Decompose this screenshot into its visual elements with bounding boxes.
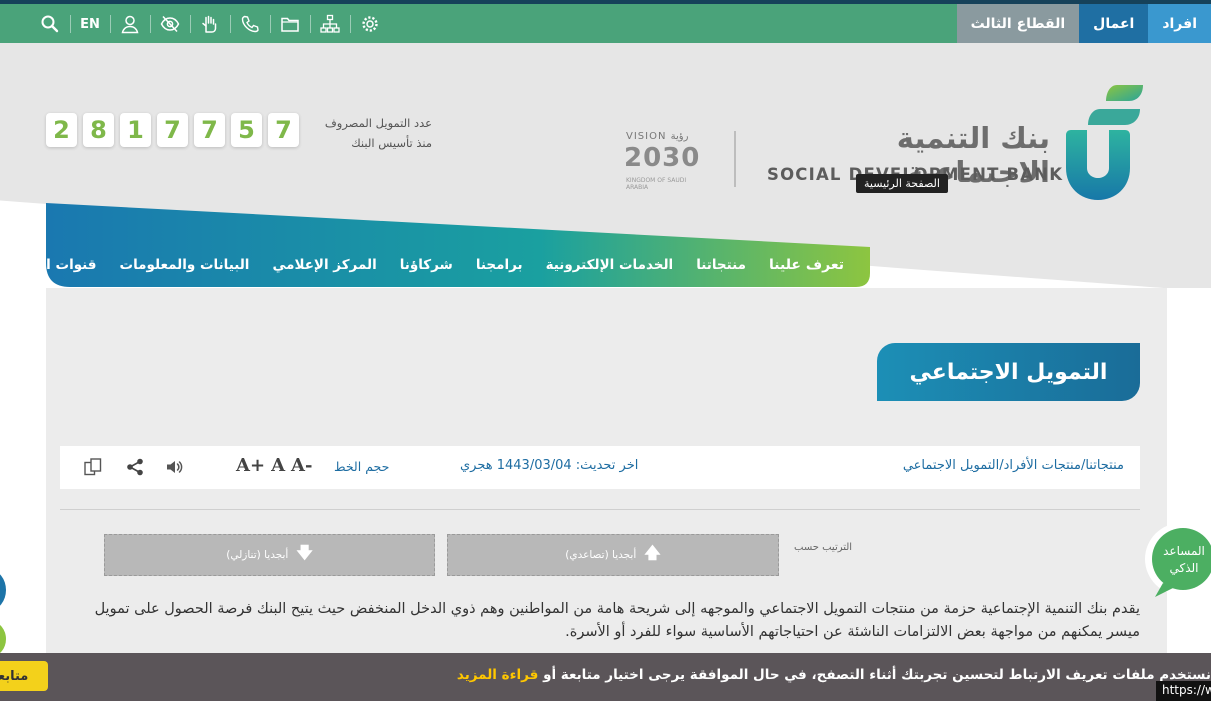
vision-label: VISION رؤية <box>626 131 689 142</box>
speaker-icon[interactable] <box>164 456 186 478</box>
tab-individuals[interactable]: افراد <box>1148 4 1211 43</box>
tab-third-sector[interactable]: القطاع الثالث <box>956 4 1080 43</box>
bank-logo[interactable] <box>1062 83 1146 201</box>
left-floating-button-green[interactable] <box>0 622 6 656</box>
smart-assistant-button[interactable]: المساعد الذكي <box>1143 521 1211 599</box>
counter-digit: 5 <box>231 113 262 147</box>
breadcrumb[interactable]: منتجاتنا/منتجات الأفراد/التمويل الاجتماع… <box>903 458 1124 473</box>
counter-digit: 8 <box>83 113 114 147</box>
browser-status-url: https://w <box>1156 681 1211 701</box>
font-size-controls: A+ A A- <box>236 455 312 476</box>
cookie-read-more-link[interactable]: قراءة المزيد <box>457 667 538 683</box>
main-nav: تعرف علينا منتجاتنا الخدمات الإلكترونية … <box>0 247 860 283</box>
search-icon[interactable] <box>30 8 70 40</box>
sitemap-icon[interactable] <box>310 8 350 40</box>
user-icon[interactable] <box>110 8 150 40</box>
cookie-text: نستخدم ملفات تعريف الارتباط لتحسين تجربت… <box>543 667 1211 683</box>
nav-item-data-info[interactable]: البيانات والمعلومات <box>120 257 250 273</box>
toolbar-separator <box>60 509 1140 510</box>
assistant-line1: المساعد <box>1163 544 1205 558</box>
cookie-message: نستخدم ملفات تعريف الارتباط لتحسين تجربت… <box>457 667 1211 683</box>
product-description: يقدم بنك التنمية الإجتماعية حزمة من منتج… <box>94 601 1140 640</box>
arrow-up-icon: 🡅 <box>644 542 661 562</box>
counter-label-line2: منذ تأسيس البنك <box>351 136 432 150</box>
nav-item-media-center[interactable]: المركز الإعلامي <box>272 257 376 273</box>
nav-item-e-services[interactable]: الخدمات الإلكترونية <box>546 257 674 273</box>
counter-digit: 1 <box>120 113 151 147</box>
sort-ascending-button[interactable]: 🡅 أبجديا (تصاعدي) <box>447 534 779 576</box>
vision-year: 2030 <box>624 143 701 173</box>
sign-language-icon[interactable] <box>190 8 230 40</box>
copy-icon[interactable] <box>82 456 104 478</box>
nav-item-products[interactable]: منتجاتنا <box>696 257 746 273</box>
tab-business[interactable]: اعمال <box>1079 4 1149 43</box>
audience-tabs: القطاع الثالث اعمال افراد <box>956 4 1211 43</box>
arrow-down-icon: 🡇 <box>296 542 313 562</box>
language-toggle[interactable]: EN <box>70 8 110 40</box>
left-floating-button[interactable] <box>0 570 6 610</box>
sort-ascending-label: أبجديا (تصاعدي) <box>565 549 637 561</box>
settings-gear-icon[interactable] <box>350 8 390 40</box>
page-toolbar: منتجاتنا/منتجات الأفراد/التمويل الاجتماع… <box>60 446 1140 489</box>
nav-item-programs[interactable]: برامجنا <box>476 257 523 273</box>
home-tooltip: الصفحة الرئيسية <box>856 174 948 193</box>
counter-digit: 7 <box>157 113 188 147</box>
assistant-line2: الذكي <box>1169 561 1199 575</box>
folder-icon[interactable] <box>270 8 310 40</box>
font-size-label: حجم الخط <box>334 459 390 474</box>
font-reset-button[interactable]: A <box>271 455 285 476</box>
sort-label: الترتيب حسب <box>794 542 853 553</box>
sort-descending-button[interactable]: 🡇 أبجديا (تنازلي) <box>104 534 435 576</box>
phone-icon[interactable] <box>230 8 270 40</box>
nav-item-contact-channels[interactable]: قنوات التواصل <box>0 257 97 273</box>
vision-country: KINGDOM OF SAUDI ARABIA <box>626 177 687 191</box>
eye-slash-icon[interactable] <box>150 8 190 40</box>
nav-item-about[interactable]: تعرف علينا <box>769 257 844 273</box>
counter-digit: 7 <box>268 113 299 147</box>
counter-digit: 7 <box>194 113 225 147</box>
share-icon[interactable] <box>124 456 146 478</box>
page-title: التمويل الاجتماعي <box>877 343 1140 401</box>
counter-label: عدد التمويل المصروف منذ تأسيس البنك <box>312 113 432 153</box>
logo-divider <box>734 131 736 187</box>
top-utility-bar: EN القطاع الثالث اعمال افراد <box>0 0 1211 43</box>
nav-item-partners[interactable]: شركاؤنا <box>400 257 453 273</box>
cookie-continue-button[interactable]: متابعة <box>0 661 48 691</box>
funding-counter: 2 8 1 7 7 5 7 <box>46 113 299 147</box>
sort-descending-label: أبجديا (تنازلي) <box>226 549 289 561</box>
last-updated: اخر تحديث: 1443/03/04 هجري <box>460 458 639 473</box>
vision-2030-logo[interactable]: VISION رؤية 2030 KINGDOM OF SAUDI ARABIA <box>622 131 708 191</box>
counter-label-line1: عدد التمويل المصروف <box>324 116 432 130</box>
counter-digit: 2 <box>46 113 77 147</box>
font-decrease-button[interactable]: A- <box>291 455 312 476</box>
font-increase-button[interactable]: A+ <box>236 455 265 476</box>
utility-tools: EN <box>30 8 390 40</box>
cookie-banner: نستخدم ملفات تعريف الارتباط لتحسين تجربت… <box>0 653 1211 701</box>
